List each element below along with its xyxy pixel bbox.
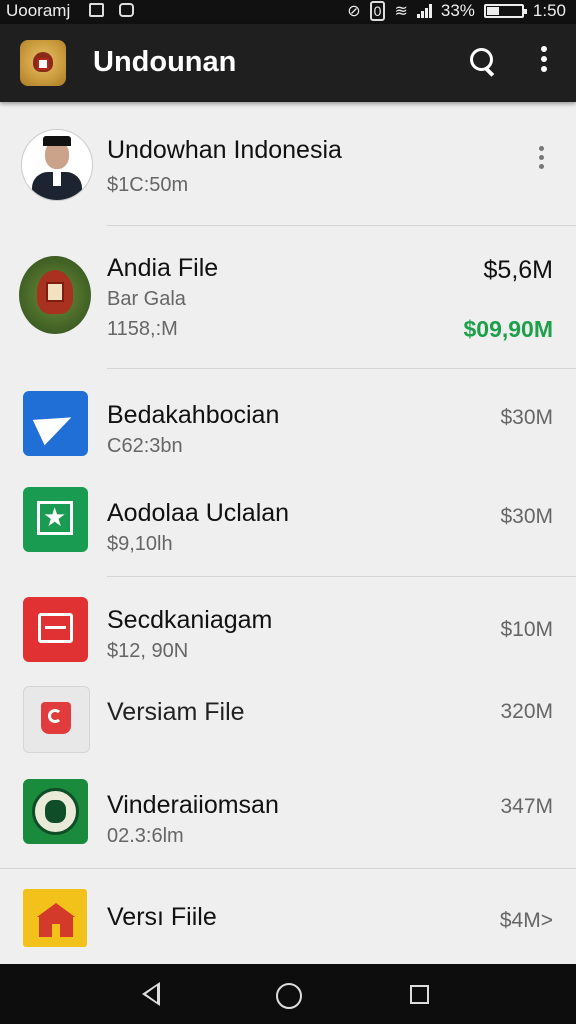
- item-subtitle: $9,10lh: [107, 533, 173, 555]
- item-size: $5,6M: [483, 256, 553, 284]
- status-icons: ⊘ 0 ≋ 33% 1:50: [347, 1, 566, 21]
- item-size: 347M: [500, 795, 553, 818]
- item-size: $30M: [500, 406, 553, 429]
- carrier-label: Uooramj: [6, 1, 71, 20]
- item-title: Undowhan Indonesia: [107, 136, 342, 164]
- garuda-emblem-icon: [19, 256, 91, 334]
- list-item[interactable]: Andia File Bar Gala 1158,:M $5,6M $09,90…: [0, 226, 576, 369]
- house-icon: [23, 889, 87, 947]
- item-detail: 1158,:M: [107, 318, 178, 340]
- status-bar: Uooramj ⊘ 0 ≋ 33% 1:50: [0, 0, 576, 24]
- signal-icon: [416, 4, 432, 18]
- item-title: Versı Fiile: [107, 903, 217, 931]
- person-avatar: [21, 129, 93, 201]
- item-title: Aodolaa Uclalan: [107, 499, 290, 527]
- list-item[interactable]: Vinderaiiomsan 02.3:6lm 347M: [0, 777, 576, 869]
- red-document-icon: [23, 686, 90, 753]
- search-icon: [470, 48, 493, 71]
- item-size: 320M: [500, 700, 553, 723]
- list-item[interactable]: Secdkaniagam $12, 90N $10M: [0, 577, 576, 682]
- item-title: Secdkaniagam: [107, 606, 273, 634]
- item-subtitle: Bar Gala: [107, 288, 186, 310]
- item-size: $30M: [500, 505, 553, 528]
- item-title: Versiam File: [107, 698, 245, 726]
- item-subtitle: 02.3:6lm: [107, 825, 184, 847]
- file-list: Undowhan Indonesia $1C:50m Andia File Ba…: [0, 102, 576, 964]
- app-notification-icon: [119, 3, 134, 17]
- green-seal-icon: [23, 779, 88, 844]
- home-button[interactable]: [276, 983, 302, 1009]
- item-size-green: $09,90M: [463, 316, 553, 342]
- item-subtitle: C62:3bn: [107, 435, 183, 457]
- list-item[interactable]: Versiam File 320M: [0, 682, 576, 777]
- item-title: Vinderaiiomsan: [107, 791, 279, 819]
- list-item[interactable]: ★ Aodolaa Uclalan $9,10lh $30M: [0, 469, 576, 577]
- item-size: $10M: [500, 618, 553, 641]
- list-item[interactable]: Versı Fiile $4M>: [0, 869, 576, 964]
- item-subtitle: $1C:50m: [107, 174, 189, 196]
- battery-icon: [483, 4, 527, 18]
- item-title: Andia File: [107, 254, 219, 282]
- overflow-menu-button[interactable]: [532, 46, 556, 76]
- recents-button[interactable]: [410, 985, 429, 1004]
- list-item[interactable]: Undowhan Indonesia $1C:50m: [0, 102, 576, 226]
- navigation-bar: [0, 964, 576, 1024]
- paper-plane-icon: [23, 391, 88, 456]
- star-frame-icon: ★: [23, 487, 88, 552]
- item-menu-button[interactable]: [539, 146, 544, 169]
- clock: 1:50: [532, 1, 566, 20]
- search-button[interactable]: [466, 44, 502, 80]
- app-title: Undounan: [93, 46, 237, 78]
- item-subtitle: $12, 90N: [107, 640, 189, 662]
- item-size: $4M>: [499, 909, 553, 932]
- app-bar: Undounan: [0, 24, 576, 102]
- battery-percent: 33%: [440, 1, 475, 20]
- item-title: Bedakahbocian: [107, 401, 280, 429]
- list-item[interactable]: Bedakahbocian C62:3bn $30M: [0, 369, 576, 469]
- app-logo-icon: [20, 40, 66, 86]
- mute-icon: ⊘: [347, 3, 361, 20]
- red-box-icon: [23, 597, 88, 662]
- notification-icon: [89, 3, 104, 17]
- alarm-icon: 0: [369, 1, 386, 21]
- wifi-icon: ≋: [394, 3, 408, 20]
- back-button[interactable]: [142, 982, 160, 1006]
